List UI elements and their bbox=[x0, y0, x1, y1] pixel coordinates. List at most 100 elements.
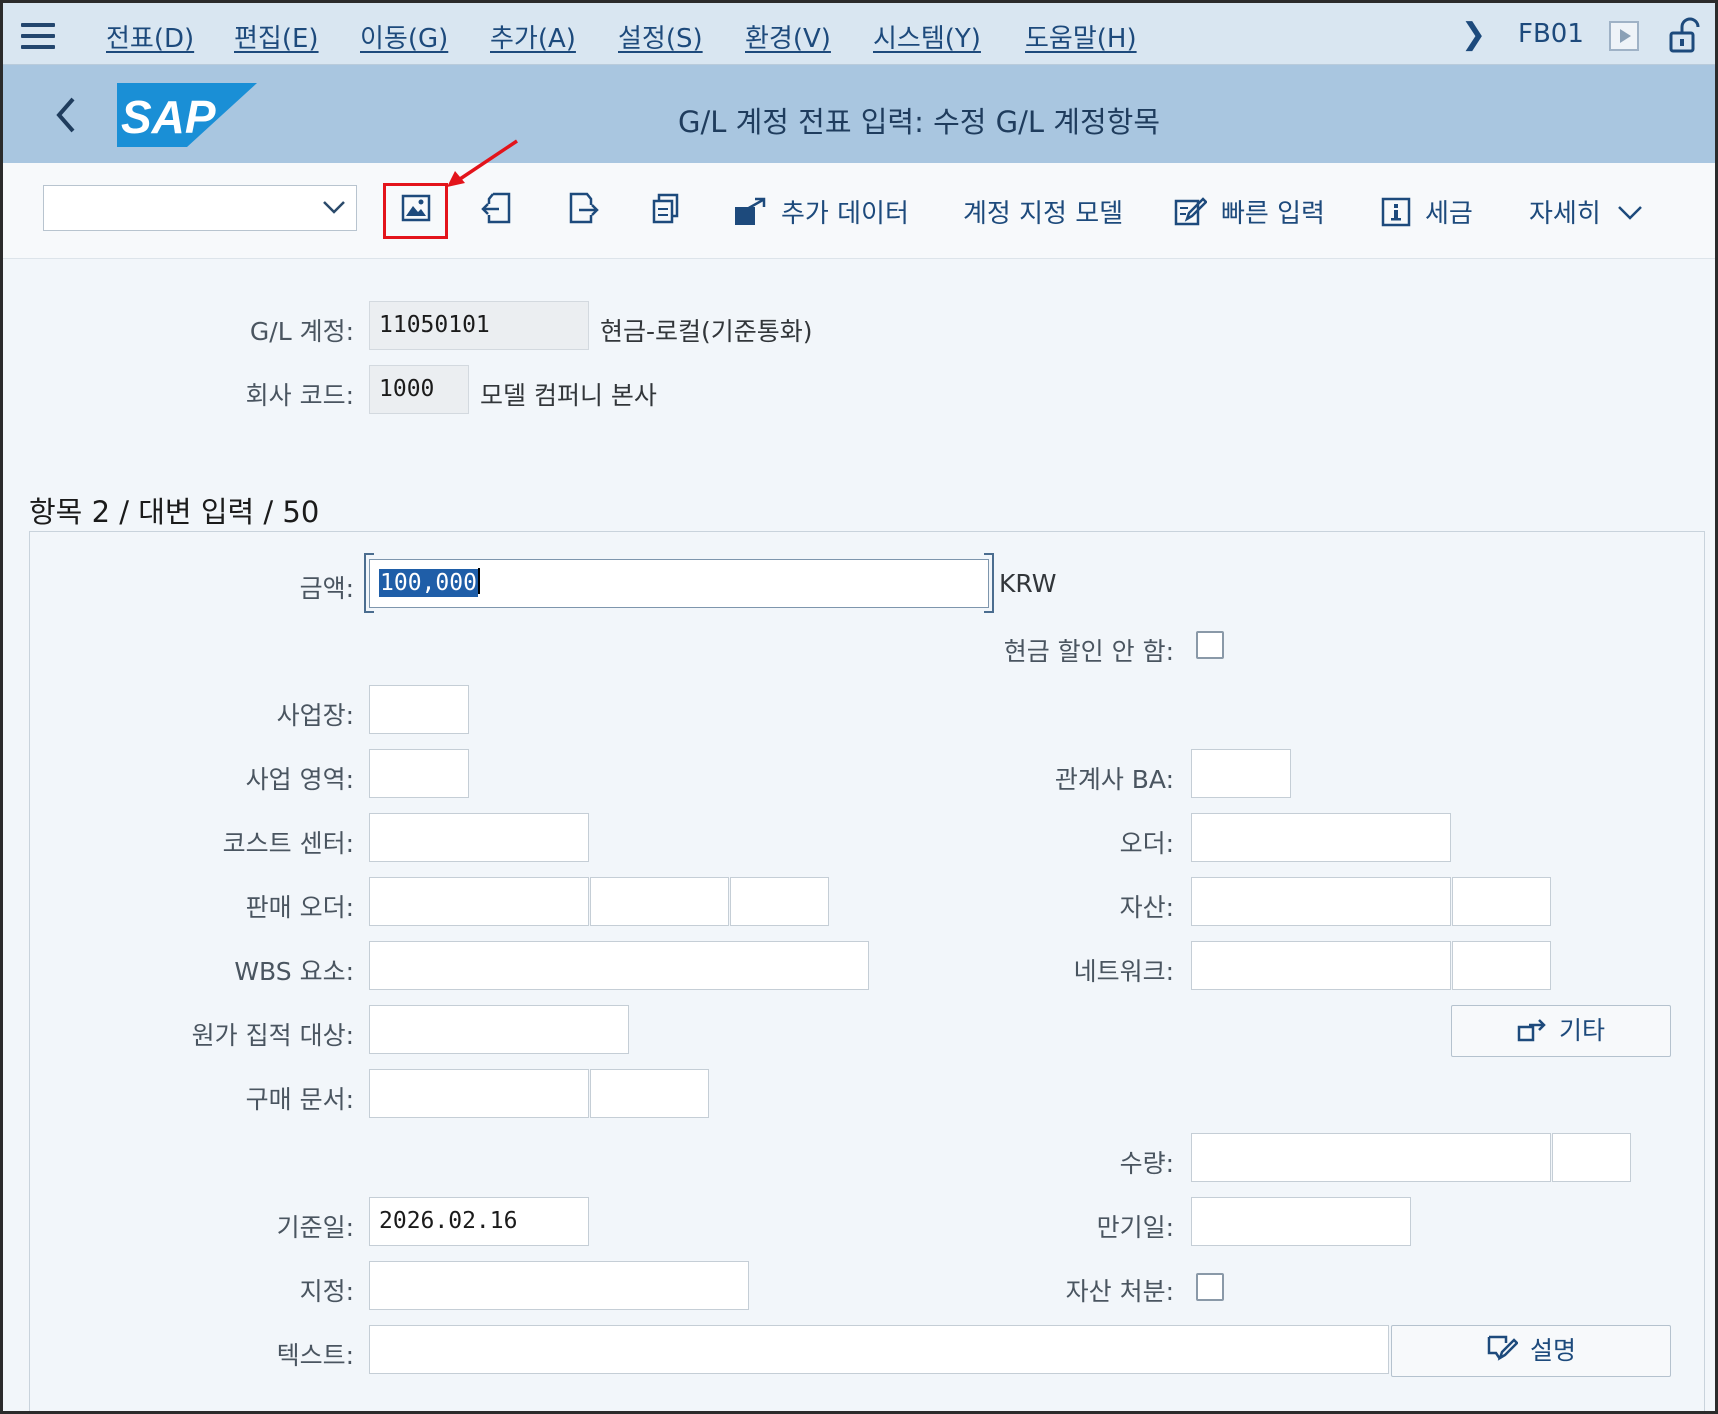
more-label: 자세히 bbox=[1529, 199, 1601, 229]
long-text-icon bbox=[1487, 1335, 1519, 1361]
next-item-button[interactable] bbox=[559, 185, 605, 231]
transaction-code: FB01 bbox=[1518, 19, 1584, 49]
document-overview-button[interactable] bbox=[643, 185, 689, 231]
hamburger-menu-icon[interactable] bbox=[21, 23, 55, 49]
annotation-arrow-icon bbox=[447, 139, 518, 187]
trading-partner-ba-field[interactable] bbox=[1191, 749, 1291, 798]
more-button[interactable]: 자세히 bbox=[1529, 193, 1643, 230]
account-model-label: 계정 지정 모델 bbox=[963, 199, 1124, 229]
assignment-label: 지정: bbox=[299, 1277, 354, 1306]
quantity-unit-field[interactable] bbox=[1552, 1133, 1631, 1182]
cost-object-label: 원가 집적 대상: bbox=[191, 1021, 354, 1050]
text-cursor bbox=[477, 568, 480, 594]
fast-entry-button[interactable]: 빠른 입력 bbox=[1173, 193, 1325, 230]
menu-settings[interactable]: 설정(S) bbox=[618, 18, 703, 55]
chevron-down-icon bbox=[323, 201, 345, 214]
highlight-box bbox=[383, 183, 448, 239]
amount-label: 금액: bbox=[299, 574, 354, 603]
info-icon bbox=[1381, 197, 1411, 227]
asset-subnumber-field[interactable] bbox=[1452, 877, 1551, 926]
chevron-down-icon bbox=[1618, 206, 1642, 220]
menu-system[interactable]: 시스템(Y) bbox=[873, 18, 981, 55]
more-fields-button[interactable]: 기타 bbox=[1451, 1005, 1671, 1057]
menu-help[interactable]: 도움말(H) bbox=[1025, 18, 1137, 55]
wbs-element-label: WBS 요소: bbox=[234, 957, 354, 986]
network-field[interactable] bbox=[1191, 941, 1451, 990]
additional-data-label: 추가 데이터 bbox=[781, 199, 909, 229]
quantity-label: 수량: bbox=[1119, 1149, 1174, 1178]
toolbar-dropdown[interactable] bbox=[43, 185, 357, 231]
quantity-field[interactable] bbox=[1191, 1133, 1551, 1182]
text-label: 텍스트: bbox=[276, 1341, 354, 1370]
business-area-field[interactable] bbox=[369, 749, 469, 798]
sales-order-field[interactable] bbox=[369, 877, 589, 926]
purchasing-document-field[interactable] bbox=[369, 1069, 589, 1118]
fast-entry-label: 빠른 입력 bbox=[1221, 199, 1325, 229]
long-text-label: 설명 bbox=[1529, 1336, 1576, 1365]
menu-environment[interactable]: 환경(V) bbox=[745, 18, 831, 55]
asset-retirement-label: 자산 처분: bbox=[1065, 1277, 1174, 1306]
baseline-date-label: 기준일: bbox=[276, 1213, 354, 1242]
menu-goto[interactable]: 이동(G) bbox=[360, 18, 448, 55]
network-activity-field[interactable] bbox=[1452, 941, 1551, 990]
page-title: G/L 계정 전표 입력: 수정 G/L 계정항목 bbox=[677, 105, 1161, 139]
long-text-button[interactable]: 설명 bbox=[1391, 1325, 1671, 1377]
purchasing-document-item-field[interactable] bbox=[590, 1069, 709, 1118]
baseline-date-field[interactable]: 2026.02.16 bbox=[369, 1197, 589, 1246]
sales-order-label: 판매 오더: bbox=[245, 893, 354, 922]
menu-document[interactable]: 전표(D) bbox=[106, 18, 194, 55]
order-label: 오더: bbox=[1119, 829, 1174, 858]
title-bar: SAP G/L 계정 전표 입력: 수정 G/L 계정항목 bbox=[3, 65, 1715, 163]
gl-account-label: G/L 계정: bbox=[249, 317, 354, 346]
document-right-icon bbox=[569, 192, 599, 224]
tax-button[interactable]: 세금 bbox=[1381, 193, 1473, 230]
text-field[interactable] bbox=[369, 1325, 1389, 1374]
tax-label: 세금 bbox=[1425, 199, 1473, 229]
sap-window: 전표(D) 편집(E) 이동(G) 추가(A) 설정(S) 환경(V) 시스템(… bbox=[0, 0, 1718, 1414]
wbs-element-field[interactable] bbox=[369, 941, 869, 990]
company-code-label: 회사 코드: bbox=[245, 381, 354, 410]
asset-field[interactable] bbox=[1191, 877, 1451, 926]
execute-icon[interactable] bbox=[1609, 21, 1639, 51]
menu-extras[interactable]: 추가(A) bbox=[490, 18, 576, 55]
no-cash-discount-label: 현금 할인 안 함: bbox=[1003, 637, 1174, 666]
unlock-icon[interactable] bbox=[1668, 17, 1702, 53]
additional-data-button[interactable]: 추가 데이터 bbox=[733, 193, 909, 230]
asset-retirement-checkbox[interactable] bbox=[1196, 1273, 1224, 1301]
network-label: 네트워크: bbox=[1073, 957, 1174, 986]
account-model-button[interactable]: 계정 지정 모델 bbox=[963, 193, 1123, 230]
cost-object-field[interactable] bbox=[369, 1005, 629, 1054]
cost-center-label: 코스트 센터: bbox=[222, 829, 354, 858]
previous-item-button[interactable] bbox=[475, 185, 521, 231]
amount-value: 100,000 bbox=[379, 569, 478, 597]
business-place-field[interactable] bbox=[369, 685, 469, 734]
menu-bar: 전표(D) 편집(E) 이동(G) 추가(A) 설정(S) 환경(V) 시스템(… bbox=[3, 3, 1715, 65]
no-cash-discount-checkbox[interactable] bbox=[1196, 631, 1224, 659]
more-fields-label: 기타 bbox=[1558, 1016, 1605, 1045]
application-toolbar: 추가 데이터 계정 지정 모델 빠른 입력 세금 자세히 bbox=[3, 163, 1715, 259]
copy-documents-icon bbox=[652, 193, 679, 224]
assignment-field[interactable] bbox=[369, 1261, 749, 1310]
chevron-right-icon[interactable]: ❯ bbox=[1461, 17, 1486, 52]
company-code-field[interactable]: 1000 bbox=[369, 365, 469, 414]
fast-entry-edit-icon bbox=[1174, 197, 1208, 226]
due-date-field[interactable] bbox=[1191, 1197, 1411, 1246]
additional-data-icon bbox=[735, 197, 766, 225]
gl-account-description: 현금-로컬(기준통화) bbox=[600, 317, 813, 346]
currency-label: KRW bbox=[999, 569, 1057, 598]
sales-order-item-field[interactable] bbox=[590, 877, 729, 926]
business-place-label: 사업장: bbox=[276, 701, 354, 730]
order-field[interactable] bbox=[1191, 813, 1451, 862]
amount-field[interactable]: 100,000 bbox=[369, 559, 989, 608]
cost-center-field[interactable] bbox=[369, 813, 589, 862]
asset-label: 자산: bbox=[1119, 893, 1174, 922]
gl-account-field[interactable]: 11050101 bbox=[369, 301, 589, 350]
due-date-label: 만기일: bbox=[1096, 1213, 1174, 1242]
company-code-description: 모델 컴퍼니 본사 bbox=[480, 381, 657, 410]
menu-edit[interactable]: 편집(E) bbox=[234, 18, 319, 55]
purchasing-document-label: 구매 문서: bbox=[245, 1085, 354, 1114]
more-fields-icon bbox=[1517, 1019, 1546, 1042]
sales-order-schedule-field[interactable] bbox=[730, 877, 829, 926]
business-area-label: 사업 영역: bbox=[245, 765, 354, 794]
document-left-icon bbox=[481, 192, 511, 224]
